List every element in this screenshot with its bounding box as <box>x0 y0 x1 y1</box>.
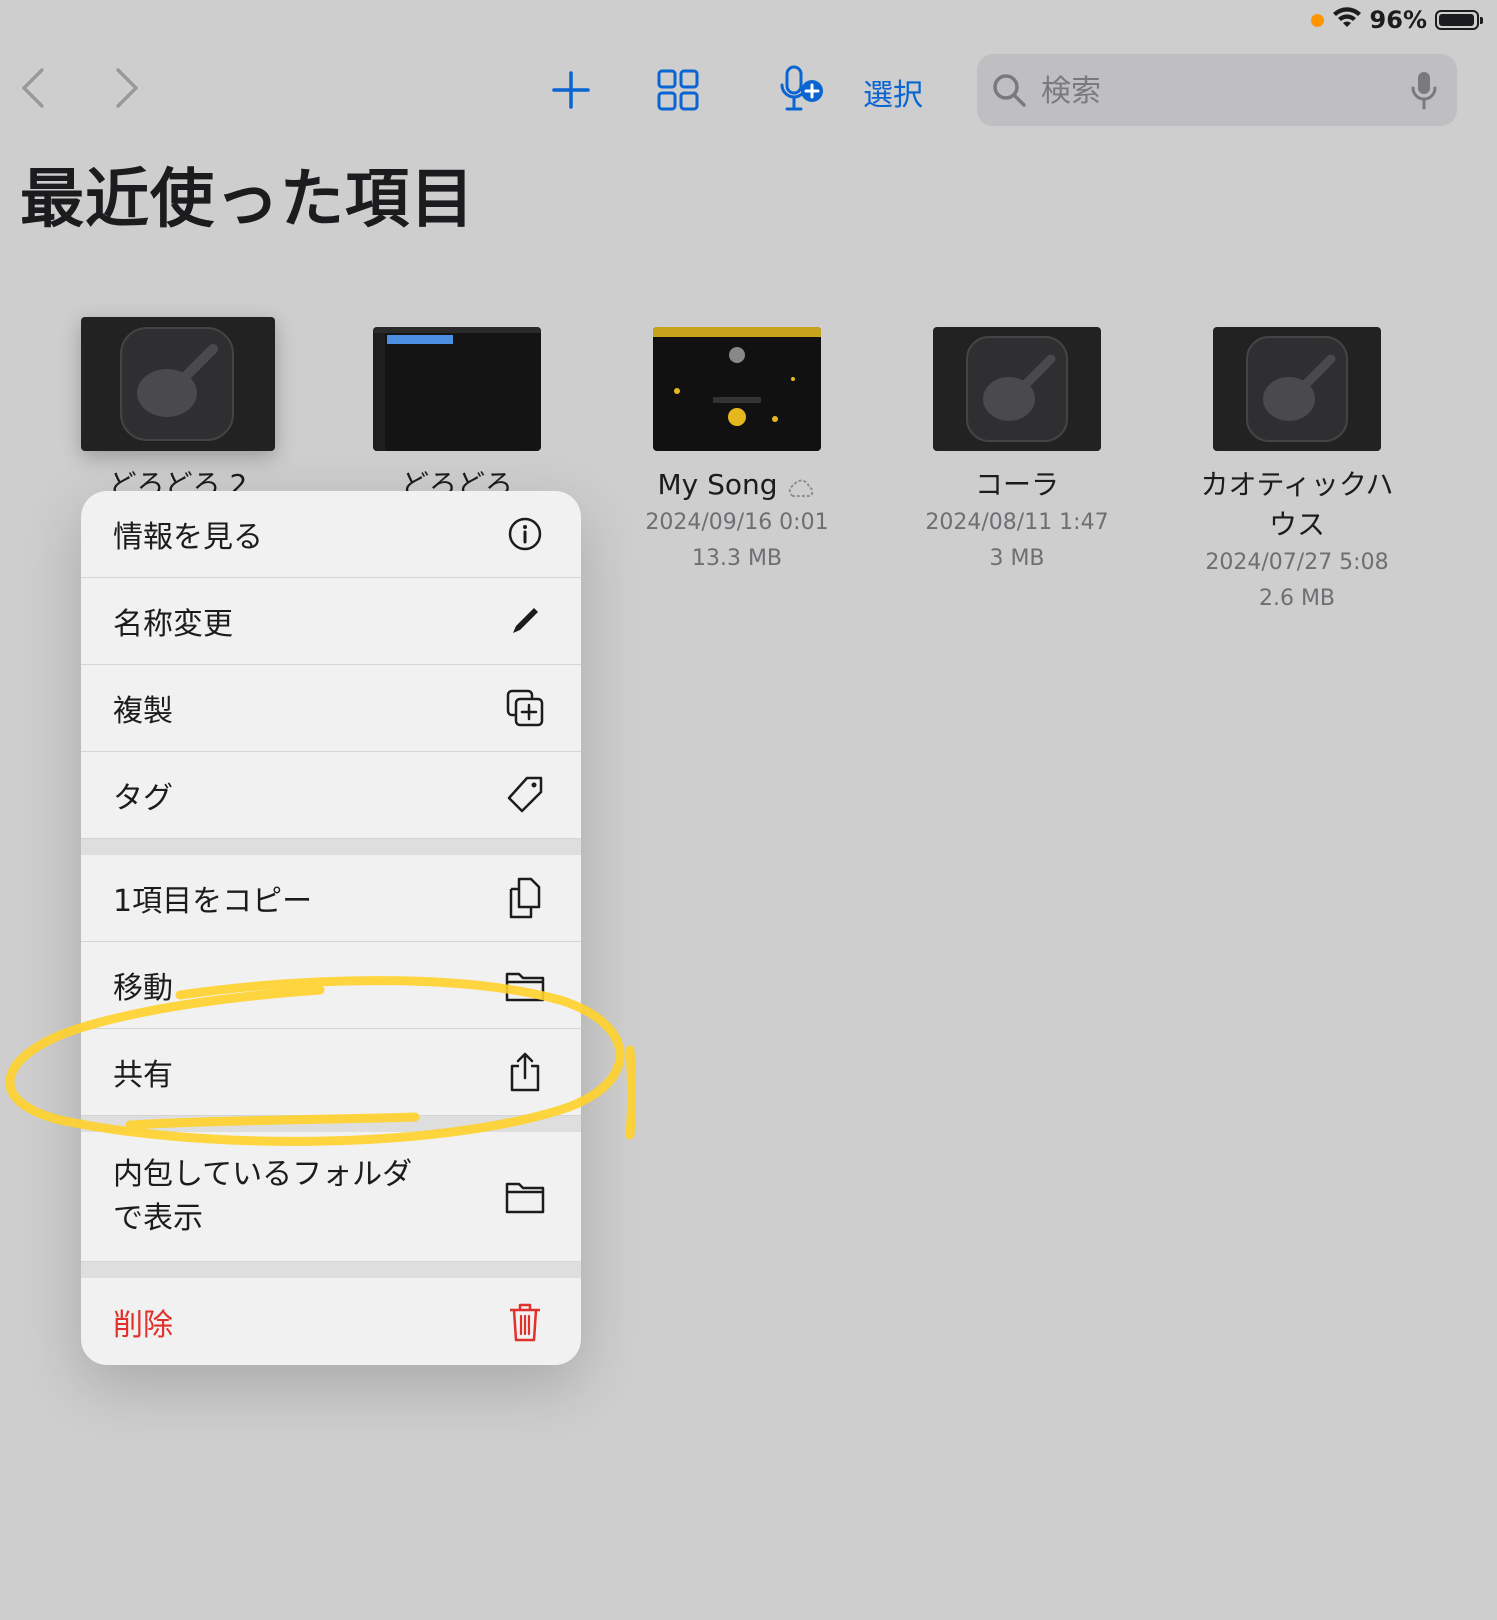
file-size: 13.3 MB <box>691 546 783 571</box>
grid-icon <box>657 69 699 111</box>
menu-separator <box>81 1262 581 1278</box>
menu-item-label: 1項目をコピー <box>113 884 313 919</box>
file-thumbnail <box>81 317 275 451</box>
file-size: 3 MB <box>989 546 1045 571</box>
menu-item-delete[interactable]: 削除 <box>81 1278 581 1365</box>
file-item[interactable]: カオティックハ ウス 2024/07/27 5:08 2.6 MB <box>1187 317 1407 617</box>
folder-icon <box>505 1177 545 1217</box>
file-size: 2.6 MB <box>1258 586 1336 611</box>
mic-plus-icon <box>780 65 823 111</box>
file-item[interactable]: どろどろ <box>347 317 567 505</box>
menu-item-share[interactable]: 共有 <box>81 1029 581 1116</box>
select-button[interactable]: 選択 <box>863 70 923 114</box>
menu-item-rename[interactable]: 名称変更 <box>81 578 581 665</box>
new-recording-button[interactable] <box>778 64 826 116</box>
search-input[interactable] <box>1039 54 1383 128</box>
file-name: My Song <box>657 468 778 501</box>
forward-button[interactable] <box>112 66 142 110</box>
file-date: 2024/07/27 5:08 <box>1205 550 1389 575</box>
context-menu: 情報を見る 名称変更 複製 タグ 1項目をコピー 移動 共有 内包しているフォル… <box>81 491 581 1365</box>
menu-item-label: 情報を見る <box>113 520 263 555</box>
menu-item-move[interactable]: 移動 <box>81 942 581 1029</box>
menu-item-label-line: で表示 <box>113 1200 203 1236</box>
menu-item-get-info[interactable]: 情報を見る <box>81 491 581 578</box>
share-icon <box>505 1052 545 1092</box>
trash-icon <box>505 1302 545 1342</box>
battery-percent: 96% <box>1369 6 1427 34</box>
screenshot-yellow-thumbnail <box>653 327 821 426</box>
page-title: 最近使った項目 <box>20 163 475 237</box>
file-item[interactable]: コーラ 2024/08/11 1:47 3 MB <box>907 317 1127 577</box>
menu-item-label: タグ <box>113 781 173 816</box>
file-date: 2024/09/16 0:01 <box>645 510 829 535</box>
garageband-icon <box>120 327 234 441</box>
duplicate-icon <box>505 688 545 728</box>
back-button[interactable] <box>18 66 48 110</box>
chevron-left-icon <box>22 68 44 108</box>
menu-item-label: 複製 <box>113 694 173 729</box>
menu-separator <box>81 839 581 855</box>
menu-item-label: 内包しているフォルダ で表示 <box>113 1153 412 1241</box>
file-name: カオティックハ ウス <box>1187 465 1407 545</box>
menu-item-show-in-enclosing-folder[interactable]: 内包しているフォルダ で表示 <box>81 1132 581 1262</box>
battery-icon <box>1435 10 1483 30</box>
file-thumbnail <box>653 327 821 451</box>
info-icon <box>505 514 545 554</box>
menu-item-copy[interactable]: 1項目をコピー <box>81 855 581 942</box>
pencil-icon <box>505 601 545 641</box>
file-date: 2024/08/11 1:47 <box>925 510 1109 535</box>
menu-item-label-line: 内包しているフォルダ <box>113 1156 413 1192</box>
search-bar[interactable] <box>977 54 1457 128</box>
recording-dot-icon <box>1310 13 1324 27</box>
file-item[interactable]: どろどろ 2 <box>68 317 288 505</box>
menu-item-label: 名称変更 <box>113 607 233 642</box>
file-thumbnail <box>373 327 541 451</box>
search-icon <box>991 72 1027 112</box>
file-thumbnail <box>1213 327 1381 451</box>
file-name-line: カオティックハ <box>1200 468 1394 501</box>
chevron-right-icon <box>116 68 138 108</box>
folder-move-icon <box>505 965 545 1005</box>
menu-separator <box>81 1116 581 1132</box>
dictation-mic-icon[interactable] <box>1411 70 1437 114</box>
file-name: コーラ <box>974 468 1059 501</box>
file-name-row: My Song <box>627 465 847 505</box>
add-button[interactable] <box>549 68 593 112</box>
copy-icon <box>505 877 545 919</box>
status-bar: 96% <box>1310 6 1483 34</box>
garageband-icon <box>1246 336 1348 442</box>
menu-item-tags[interactable]: タグ <box>81 752 581 839</box>
grid-view-button[interactable] <box>656 68 700 112</box>
menu-item-duplicate[interactable]: 複製 <box>81 665 581 752</box>
file-item[interactable]: My Song 2024/09/16 0:01 13.3 MB <box>627 317 847 577</box>
screenshot-blue-thumbnail <box>373 327 541 451</box>
file-thumbnail <box>933 327 1101 451</box>
menu-item-label: 共有 <box>113 1058 173 1093</box>
file-name-line: ウス <box>1268 508 1325 541</box>
wifi-icon <box>1332 7 1362 33</box>
tag-icon <box>505 775 545 815</box>
menu-item-label: 移動 <box>113 971 173 1006</box>
menu-item-label: 削除 <box>113 1307 173 1343</box>
cloud-icon <box>789 479 814 497</box>
garageband-icon <box>966 336 1068 442</box>
plus-icon <box>552 71 590 109</box>
